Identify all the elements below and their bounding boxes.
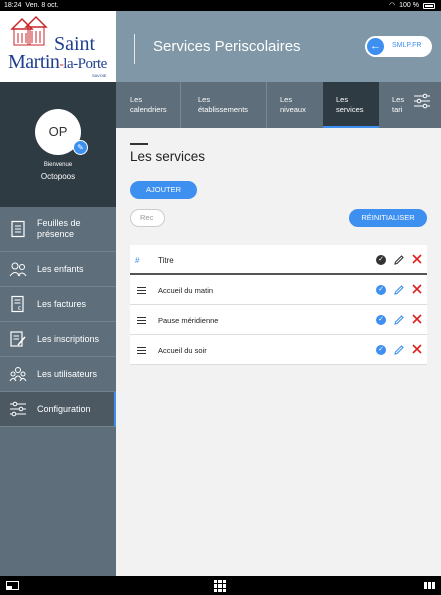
house-logo-icon [10,15,48,46]
drag-handle-icon[interactable] [137,287,146,294]
check-circle-icon[interactable]: ✓ [376,315,386,325]
tab-label-line1: Les [130,95,143,104]
close-icon[interactable] [411,313,423,325]
logo-text-martin: Martin-la-Porte [8,51,107,73]
sidebar-item-feuilles-presence[interactable]: Feuilles de présence [0,207,116,252]
children-icon [9,262,27,277]
status-bar: 18:24 Ven. 8 oct. ◠ 100 % [0,0,441,11]
columns-icon[interactable] [424,582,435,589]
title-underline [130,143,148,145]
tab-label-line1: Les [198,95,211,104]
tab-label-line2: tari [392,105,403,114]
registration-icon [10,331,26,347]
wifi-icon: ◠ [389,2,396,9]
sidebar-item-label: Configuration [37,404,91,414]
invoice-icon: € [11,295,24,313]
header-divider [134,34,135,64]
table-row: Accueil du soir ✓ [130,335,427,365]
sidebar-item-label: Les enfants [37,264,84,274]
tab-tarifs[interactable]: Les tari [379,82,409,128]
table-header: # Titre ✓ [130,245,427,275]
column-title: Titre [158,256,174,265]
page-title: Services Periscolaires [153,38,301,55]
search-input[interactable]: Rec [130,209,165,227]
sidebar-menu: Feuilles de présence Les enfants € Les f… [0,207,116,427]
drag-handle-icon[interactable] [137,317,146,324]
tab-calendriers[interactable]: Les calendriers [116,82,179,128]
bottom-toolbar [0,576,441,595]
pencil-icon [394,255,404,265]
tab-label-line1: Les [336,95,349,104]
table-row: Pause méridienne ✓ [130,305,427,335]
services-table: # Titre ✓ Accueil du matin ✓ Pause mérid… [130,245,427,365]
smlp-link-button[interactable]: ← SMLP.FR [365,36,432,57]
profile-panel: OP ✎ Bienvenue Octopoos [0,82,116,207]
tab-label-line2: calendriers [130,105,167,114]
tab-label-line2: niveaux [280,105,306,114]
sidebar-item-configuration[interactable]: Configuration [0,392,116,427]
close-icon[interactable] [411,343,423,355]
user-name: Octopoos [40,172,76,181]
tab-niveaux[interactable]: Les niveaux [267,82,322,128]
welcome-text: Bienvenue [43,162,73,168]
sidebar-item-enfants[interactable]: Les enfants [0,252,116,287]
smlp-link-label: SMLP.FR [392,42,422,49]
logo-text-savoie: SAVOIE [92,73,107,78]
sidebar-item-label: Les factures [37,299,87,309]
status-time-date: 18:24 Ven. 8 oct. [4,2,59,9]
svg-text:€: € [18,306,21,312]
service-title: Accueil du soir [158,346,207,355]
battery-level: 100 % [399,2,419,9]
sliders-settings-icon[interactable] [413,92,431,110]
sidebar-item-label: Les utilisateurs [37,369,98,379]
service-title: Pause méridienne [158,316,219,325]
check-circle-icon: ✓ [376,255,386,265]
pencil-icon[interactable] [393,284,405,296]
close-icon[interactable] [411,283,423,295]
tab-services[interactable]: Les services [323,82,379,128]
apps-grid-icon[interactable] [214,580,226,592]
sidebar-item-label: Feuilles de présence [37,218,81,239]
status-right: ◠ 100 % [389,0,435,11]
arrow-left-icon: ← [367,38,384,55]
sliders-icon [10,401,26,417]
tab-label-line1: Les [280,95,293,104]
tab-label-line1: Les [392,95,405,104]
add-button[interactable]: AJOUTER [130,181,197,199]
users-icon [9,367,27,382]
pencil-icon[interactable] [393,314,405,326]
edit-profile-pencil-icon[interactable]: ✎ [73,140,88,155]
section-title: Les services [130,149,206,164]
sidebar: OP ✎ Bienvenue Octopoos Feuilles de prés… [0,82,116,576]
check-circle-icon[interactable]: ✓ [376,285,386,295]
tab-etablissements[interactable]: Les établissements [181,82,266,128]
tab-label-line2: services [336,105,364,114]
sidebar-item-label: Les inscriptions [37,334,100,344]
sidebar-item-inscriptions[interactable]: Les inscriptions [0,322,116,357]
app-header: Saint Martin-la-Porte SAVOIE Services Pe… [0,11,441,82]
sidebar-item-factures[interactable]: € Les factures [0,287,116,322]
battery-icon [423,2,435,9]
config-tabs: Les calendriers Les établissements Les n… [116,82,441,128]
sidebar-toggle-icon[interactable] [6,581,19,590]
reset-button[interactable]: RÉINITIALISER [349,209,427,227]
drag-handle-icon[interactable] [137,347,146,354]
sidebar-item-utilisateurs[interactable]: Les utilisateurs [0,357,116,392]
check-circle-icon[interactable]: ✓ [376,345,386,355]
table-row: Accueil du matin ✓ [130,275,427,305]
close-icon [412,254,422,264]
saint-martin-logo[interactable]: Saint Martin-la-Porte SAVOIE [0,11,116,82]
main-content: Les services AJOUTER Rec RÉINITIALISER #… [116,128,441,576]
tab-label-line2: établissements [198,105,249,114]
column-hash: # [135,256,140,265]
service-title: Accueil du matin [158,286,214,295]
pencil-icon[interactable] [393,344,405,356]
attendance-sheet-icon [11,220,25,238]
